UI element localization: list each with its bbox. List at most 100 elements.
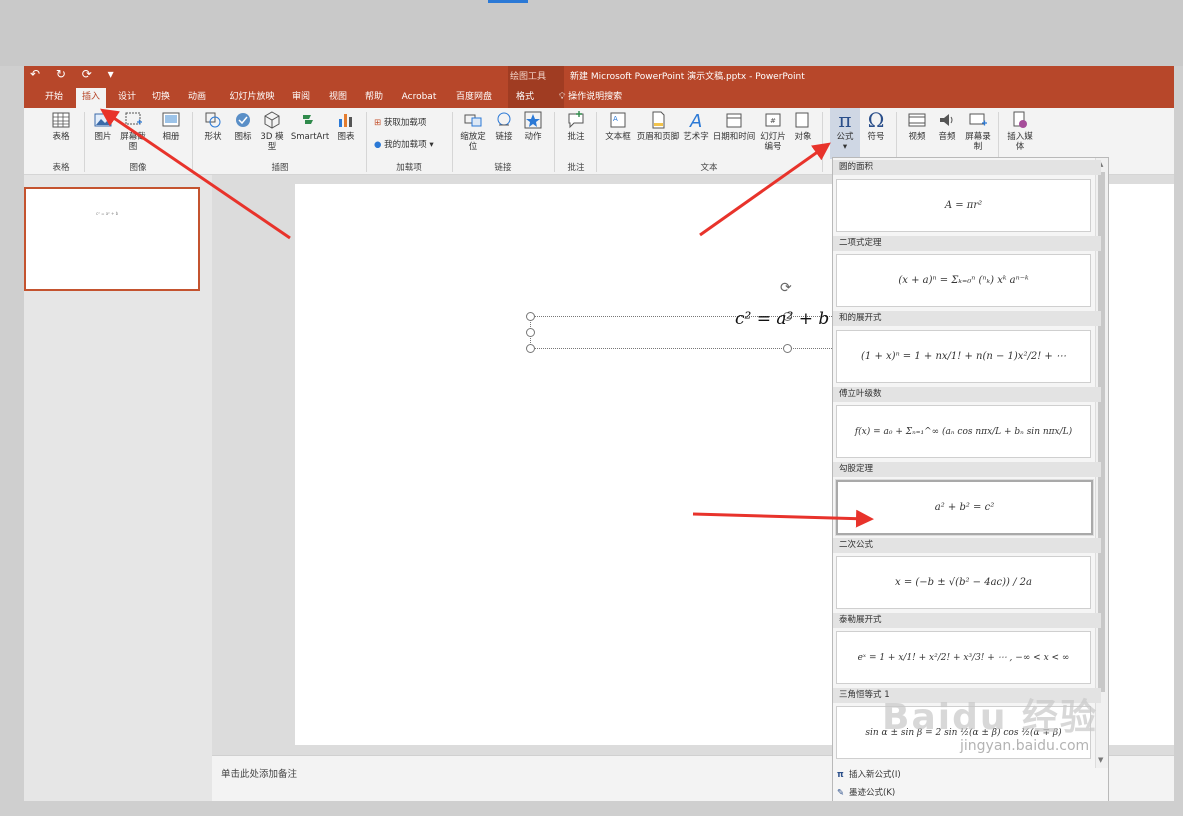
zoom-button[interactable]: 缩放定位 <box>458 110 488 152</box>
header-footer-button[interactable]: 页眉和页脚 <box>636 110 680 142</box>
slide-number-label: 幻灯片编号 <box>760 132 786 152</box>
tab-baidu-netdisk[interactable]: 百度网盘 <box>452 88 496 106</box>
equation-item-fourier[interactable]: f(x) = a₀ + Σₙ₌₁^∞ (aₙ cos nπx/L + bₙ si… <box>836 405 1091 458</box>
tab-help[interactable]: 帮助 <box>360 88 388 106</box>
resize-handle[interactable] <box>526 328 535 337</box>
textbox-icon: A <box>610 112 626 128</box>
slide-equation[interactable]: c² = a² + b <box>735 309 829 329</box>
tab-home[interactable]: 开始 <box>38 88 70 106</box>
ink-equation[interactable]: ✎ 墨迹公式(K) <box>837 786 895 798</box>
store-icon: ⊞ <box>374 118 384 128</box>
video-label: 视频 <box>908 132 926 142</box>
scroll-down-icon[interactable]: ▼ <box>1098 756 1103 764</box>
group-comments: 批注 <box>567 163 585 173</box>
context-label: 绘图工具 <box>510 72 547 82</box>
album-icon <box>162 112 180 127</box>
my-addins-button[interactable]: ● 我的加载项 ▾ <box>374 138 434 150</box>
icons-label: 图标 <box>234 132 252 142</box>
resize-handle[interactable] <box>526 344 535 353</box>
slide-thumbnail[interactable]: c² = a² + b <box>24 187 200 291</box>
action-button[interactable]: 动作 <box>522 110 544 142</box>
screenshot-icon <box>125 112 142 125</box>
tell-me-search[interactable]: 💡︎ 操作说明搜索 <box>559 88 622 106</box>
insert-new-equation[interactable]: π 插入新公式(I) <box>837 768 901 780</box>
pi-icon: π <box>838 108 852 132</box>
separator <box>596 112 597 172</box>
screen-bottom-band <box>0 801 1183 816</box>
addin-icon: ● <box>374 140 385 150</box>
picture-label: 图片 <box>94 132 112 142</box>
lightbulb-icon: 💡︎ <box>559 92 569 102</box>
gallery-section-title: 圆的面积 <box>833 160 1101 175</box>
formula: A = πr² <box>944 200 983 211</box>
tab-transitions[interactable]: 切换 <box>148 88 174 106</box>
icons-button[interactable]: 图标 <box>232 110 254 142</box>
insert-media-label: 插入媒体 <box>1007 132 1033 152</box>
equation-item-pythagorean[interactable]: a² + b² = c² <box>836 480 1093 535</box>
3d-model-button[interactable]: 3D 模型 <box>258 110 286 152</box>
video-button[interactable]: 视频 <box>904 110 930 142</box>
group-addins: 加载项 <box>396 163 422 173</box>
resize-handle[interactable] <box>783 344 792 353</box>
link-button[interactable]: 链接 <box>494 110 514 142</box>
icons-icon <box>236 113 250 127</box>
album-button[interactable]: 相册 <box>158 110 184 142</box>
rotate-handle-icon[interactable]: ⟳ <box>780 280 792 296</box>
equation-item-circle-area[interactable]: A = πr² <box>836 179 1091 232</box>
resize-handle[interactable] <box>526 312 535 321</box>
textbox-button[interactable]: A 文本框 <box>602 110 634 142</box>
document-title: 新建 Microsoft PowerPoint 演示文稿.pptx - Powe… <box>570 72 805 82</box>
link-icon <box>497 112 511 126</box>
3d-model-label: 3D 模型 <box>260 132 284 152</box>
chevron-down-icon: ▾ <box>426 140 434 150</box>
svg-text:A: A <box>613 115 618 123</box>
action-label: 动作 <box>524 132 542 142</box>
screen-recording-button[interactable]: 屏幕录制 <box>964 110 992 152</box>
slide-number-button[interactable]: # 幻灯片编号 <box>758 110 788 152</box>
picture-button[interactable]: 图片 <box>90 110 116 142</box>
speaker-icon <box>940 114 953 126</box>
audio-label: 音频 <box>938 132 956 142</box>
table-icon <box>52 112 70 128</box>
tab-view[interactable]: 视图 <box>324 88 352 106</box>
get-addins-label: 获取加载项 <box>383 118 427 128</box>
equation-button[interactable]: π 公式 ▾ <box>830 108 860 159</box>
tab-acrobat[interactable]: Acrobat <box>398 88 440 106</box>
equation-item-taylor[interactable]: eˣ = 1 + x/1! + x²/2! + x³/3! + ⋯ , −∞ <… <box>836 631 1091 684</box>
audio-button[interactable]: 音频 <box>934 110 960 142</box>
table-label: 表格 <box>52 132 70 142</box>
comment-button[interactable]: 批注 <box>562 110 590 142</box>
shapes-button[interactable]: 形状 <box>200 110 226 142</box>
symbol-label: 符号 <box>867 132 885 142</box>
equation-item-expansion-sum[interactable]: (1 + x)ⁿ = 1 + nx/1! + n(n − 1)x²/2! + ⋯ <box>836 330 1091 383</box>
tab-animations[interactable]: 动画 <box>184 88 210 106</box>
formula: (1 + x)ⁿ = 1 + nx/1! + n(n − 1)x²/2! + ⋯ <box>861 351 1066 362</box>
group-tables: 表格 <box>52 163 70 173</box>
separator <box>366 112 367 172</box>
tab-format[interactable]: 格式 <box>510 88 540 106</box>
equation-item-binomial[interactable]: (x + a)ⁿ = Σₖ₌₀ⁿ (ⁿₖ) xᵏ aⁿ⁻ᵏ <box>836 254 1091 307</box>
tab-slideshow[interactable]: 幻灯片放映 <box>224 88 280 106</box>
omega-icon: Ω <box>867 108 885 132</box>
smartart-button[interactable]: SmartArt <box>290 110 330 142</box>
top-indicator <box>488 0 528 3</box>
pen-icon: ✎ <box>837 788 845 798</box>
get-addins-button[interactable]: ⊞ 获取加载项 <box>374 116 426 128</box>
chart-button[interactable]: 图表 <box>334 110 358 142</box>
screenshot-button[interactable]: 屏幕截图 <box>118 110 148 152</box>
gallery-section-title: 和的展开式 <box>833 311 1101 326</box>
title-bar: ↶ ↻ ⟳ ▾ 新建 Microsoft PowerPoint 演示文稿.ppt… <box>24 66 1174 86</box>
quick-access-toolbar[interactable]: ↶ ↻ ⟳ ▾ <box>30 67 120 81</box>
smartart-label: SmartArt <box>290 132 330 142</box>
object-button[interactable]: 对象 <box>792 110 814 142</box>
object-label: 对象 <box>794 132 812 142</box>
tab-design[interactable]: 设计 <box>114 88 140 106</box>
tab-review[interactable]: 审阅 <box>288 88 314 106</box>
equation-item-quadratic[interactable]: x = (−b ± √(b² − 4ac)) / 2a <box>836 556 1091 609</box>
table-button[interactable]: 表格 <box>44 110 78 142</box>
datetime-button[interactable]: 日期和时间 <box>712 110 756 142</box>
wordart-button[interactable]: A 艺术字 <box>682 110 710 142</box>
insert-media-button[interactable]: 插入媒体 <box>1006 110 1034 152</box>
tab-insert[interactable]: 插入 <box>76 88 106 108</box>
symbol-button[interactable]: Ω 符号 <box>862 110 890 142</box>
